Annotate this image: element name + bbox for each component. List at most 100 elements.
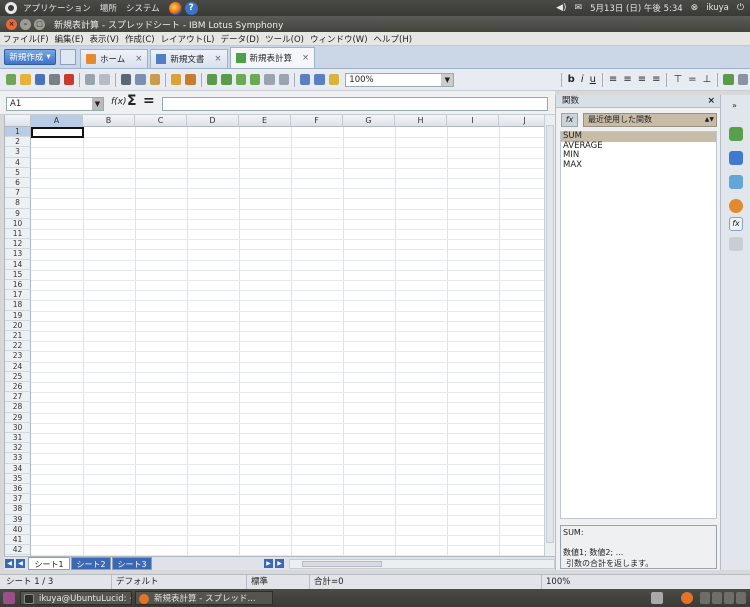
symphony-tray-icon[interactable] — [681, 592, 693, 604]
row-header[interactable]: 8 — [5, 198, 31, 209]
first-sheet-icon[interactable]: ◀ — [5, 559, 14, 568]
row-header[interactable]: 25 — [5, 371, 31, 382]
workspace-3-icon[interactable] — [724, 592, 734, 604]
row-header[interactable]: 28 — [5, 402, 31, 413]
copy-icon[interactable] — [135, 74, 146, 85]
delete-row-icon[interactable] — [235, 74, 246, 85]
italic-button[interactable]: i — [581, 74, 584, 85]
volume-icon[interactable]: ◀) — [556, 3, 566, 13]
merge-cells-icon[interactable] — [264, 74, 275, 85]
trash-icon[interactable] — [651, 592, 663, 604]
close-tab-icon[interactable]: × — [214, 54, 221, 64]
row-header[interactable]: 36 — [5, 484, 31, 495]
undo-icon[interactable] — [84, 74, 96, 85]
horizontal-scroll-thumb[interactable] — [302, 561, 382, 567]
function-list[interactable]: SUM AVERAGE MIN MAX — [560, 131, 717, 519]
row-header[interactable]: 6 — [5, 178, 31, 189]
open-icon[interactable] — [20, 74, 31, 85]
sheet-tab-2[interactable]: シート2 — [71, 557, 111, 570]
navigator-icon[interactable] — [729, 199, 743, 213]
row-header[interactable]: 35 — [5, 473, 31, 484]
row-header[interactable]: 17 — [5, 290, 31, 301]
row-header[interactable]: 37 — [5, 494, 31, 505]
clipart-icon[interactable] — [729, 175, 743, 189]
menu-layout[interactable]: レイアウト(L) — [158, 33, 218, 45]
user-name[interactable]: ikuya — [706, 3, 729, 13]
workspace-1-icon[interactable] — [700, 592, 710, 604]
row-header[interactable]: 2 — [5, 137, 31, 148]
collapse-sidebar-icon[interactable]: » — [732, 101, 737, 110]
underline-button[interactable]: u — [590, 74, 596, 85]
function-item-max[interactable]: MAX — [561, 160, 716, 171]
chevron-down-icon[interactable]: ▼ — [92, 98, 103, 110]
tab-new-spreadsheet[interactable]: 新規表計算 × — [229, 47, 316, 68]
column-header[interactable]: I — [447, 115, 499, 127]
maximize-window-icon[interactable]: □ — [34, 18, 45, 30]
row-header[interactable]: 5 — [5, 167, 31, 178]
row-header[interactable]: 34 — [5, 463, 31, 474]
taskbar-terminal[interactable]: ikuya@UbuntuLucid: ~ — [20, 591, 132, 605]
sheet-tab-1[interactable]: シート1 — [28, 557, 70, 570]
properties-icon[interactable] — [729, 127, 743, 141]
help-icon[interactable]: ? — [184, 1, 198, 15]
insert-function-button[interactable]: fx — [561, 113, 578, 127]
align-right-icon[interactable]: ≡ — [638, 74, 646, 85]
row-header[interactable]: 42 — [5, 545, 31, 556]
tab-home[interactable]: ホーム × — [80, 49, 149, 68]
column-header[interactable]: B — [83, 115, 135, 127]
align-middle-icon[interactable]: = — [688, 74, 696, 85]
print-icon[interactable] — [49, 74, 60, 85]
row-header[interactable]: 16 — [5, 280, 31, 291]
vertical-scroll-thumb[interactable] — [546, 125, 554, 543]
split-cells-icon[interactable] — [278, 74, 290, 85]
cut-icon[interactable] — [120, 74, 132, 85]
row-header[interactable]: 38 — [5, 504, 31, 515]
row-header[interactable]: 12 — [5, 239, 31, 250]
new-icon[interactable] — [6, 74, 17, 85]
spreadsheet-grid[interactable]: ABCDEFGHIJ 1 2 3 4 5 6 7 8 9 10 11 12 13 14 15 16 17 18 19… — [4, 115, 544, 556]
styles-icon[interactable] — [729, 151, 743, 165]
minimize-window-icon[interactable]: – — [20, 18, 31, 30]
column-header[interactable]: E — [239, 115, 291, 127]
row-header[interactable]: 31 — [5, 433, 31, 444]
menu-help[interactable]: ヘルプ(H) — [371, 33, 416, 45]
show-desktop-icon[interactable] — [3, 592, 15, 604]
row-header[interactable]: 40 — [5, 524, 31, 535]
row-header[interactable]: 1 — [5, 127, 31, 138]
next-sheet-icon[interactable]: ▶ — [264, 559, 273, 568]
cell-reference-box[interactable]: A1 ▼ — [6, 97, 104, 111]
workspace-4-icon[interactable] — [736, 592, 746, 604]
close-icon[interactable]: × — [707, 95, 715, 108]
column-header[interactable]: D — [187, 115, 239, 127]
pdf-icon[interactable] — [63, 74, 75, 85]
power-icon[interactable]: ⏻ — [737, 3, 744, 13]
applications-menu[interactable]: アプリケーション — [23, 2, 91, 14]
row-header[interactable]: 4 — [5, 157, 31, 168]
redo-icon[interactable] — [99, 74, 110, 85]
row-header[interactable]: 29 — [5, 412, 31, 423]
delete-column-icon[interactable] — [249, 74, 261, 85]
taskbar-symphony[interactable]: 新規表計算 - スプレッド... — [135, 591, 273, 605]
function-item-average[interactable]: AVERAGE — [561, 141, 716, 152]
bold-button[interactable]: b — [568, 74, 575, 85]
save-icon[interactable] — [34, 74, 46, 85]
clock[interactable]: 5月13日 (日) 午後 5:34 — [590, 2, 683, 14]
menu-window[interactable]: ウィンドウ(W) — [307, 33, 371, 45]
row-header[interactable]: 21 — [5, 331, 31, 342]
wrap-text-icon[interactable] — [723, 74, 734, 85]
column-header[interactable]: F — [291, 115, 343, 127]
chevron-updown-icon[interactable]: ▲▼ — [705, 114, 714, 126]
places-menu[interactable]: 場所 — [100, 2, 117, 14]
function-item-min[interactable]: MIN — [561, 150, 716, 161]
font-color-icon[interactable] — [737, 74, 749, 85]
vertical-scrollbar[interactable] — [544, 115, 555, 556]
firefox-icon[interactable] — [168, 1, 182, 15]
row-header[interactable]: 18 — [5, 300, 31, 311]
align-left-icon[interactable]: ≡ — [609, 74, 617, 85]
insert-column-icon[interactable] — [221, 74, 232, 85]
row-header[interactable]: 10 — [5, 218, 31, 229]
sort-ascending-icon[interactable] — [300, 74, 311, 85]
menu-edit[interactable]: 編集(E) — [52, 33, 87, 45]
column-header[interactable]: H — [395, 115, 447, 127]
active-cell[interactable] — [31, 127, 84, 138]
